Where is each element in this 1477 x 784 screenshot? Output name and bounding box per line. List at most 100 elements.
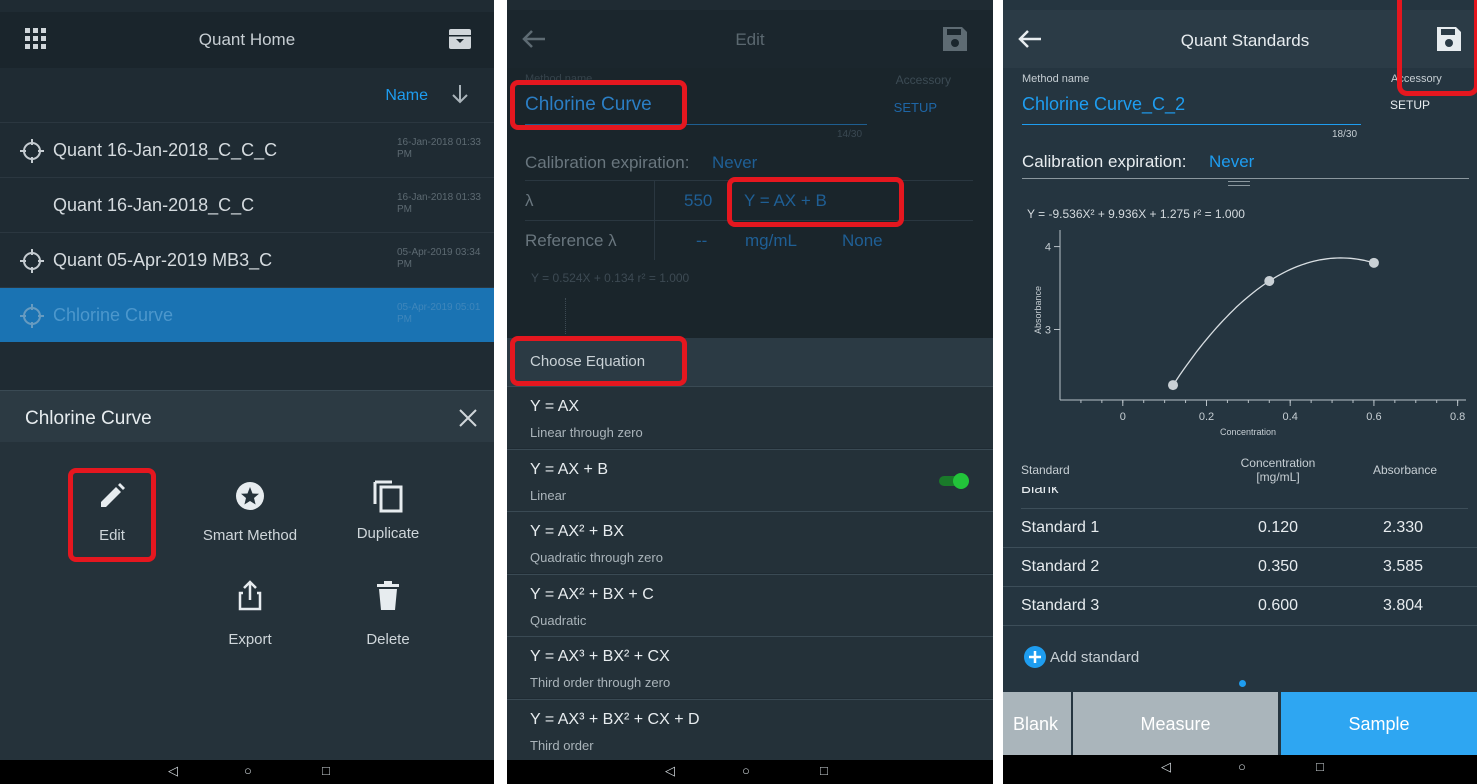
method-name: Chlorine Curve [53, 305, 174, 325]
sort-bar: Name [0, 68, 494, 122]
standard-name: Standard 1 [1021, 519, 1100, 536]
equation-description: Quadratic through zero [530, 550, 663, 565]
calibration-label: Calibration expiration: [1022, 152, 1187, 171]
add-circle-icon[interactable] [1023, 645, 1047, 669]
measure-button-label: Measure [1140, 714, 1211, 734]
highlight-edit [68, 468, 156, 562]
calibration-value[interactable]: Never [712, 153, 757, 173]
equation-description: Linear [530, 487, 567, 503]
page-title: Edit [735, 30, 765, 49]
absorbance-column-header: Absorbance [1373, 463, 1438, 477]
share-icon [238, 580, 262, 611]
recents-square-icon[interactable]: □ [1316, 759, 1324, 774]
duplicate-button[interactable]: Duplicate [343, 470, 433, 560]
method-date: 16-Jan-2018 01:33 PM [397, 137, 481, 160]
export-label: Export [228, 631, 272, 648]
standard-row[interactable]: Standard 1 0.120 2.330 [1003, 509, 1477, 548]
standard-concentration: 0.350 [1257, 558, 1299, 575]
sort-name-label[interactable]: Name [385, 87, 428, 105]
lambda-value[interactable]: 550 [684, 191, 712, 211]
equation-option[interactable]: Y = AX³ + BX² + CX + D Third order [507, 698, 993, 761]
equation-option[interactable]: Y = AX³ + BX² + CX Third order through ze… [507, 636, 993, 698]
save-icon[interactable] [942, 26, 968, 57]
method-name: Quant 16-Jan-2018_C_C_C [53, 140, 278, 160]
blank-row-partial[interactable]: Blank [1021, 487, 1059, 497]
equation-option[interactable]: Y = AX² + BX + C Quadratic [507, 573, 993, 636]
export-button[interactable]: Export [205, 580, 295, 660]
method-name-input[interactable]: Chlorine Curve_C_2 [1022, 94, 1185, 115]
star-badge-icon [236, 482, 264, 510]
input-underline [1022, 124, 1361, 125]
reference-lambda-label: Reference λ [525, 231, 617, 250]
home-circle-icon[interactable]: ○ [244, 763, 252, 778]
blank-button-label: Blank [1013, 714, 1059, 734]
drag-handle-icon[interactable] [1228, 181, 1250, 186]
highlight-save [1397, 0, 1477, 96]
equation-description: Third order through zero [530, 675, 671, 690]
back-triangle-icon[interactable]: ◁ [168, 763, 178, 779]
accessory-value[interactable]: SETUP [1390, 98, 1430, 112]
method-list-item[interactable]: Quant 05-Apr-2019 MB3_C 05-Apr-2019 03:34… [0, 232, 494, 287]
equation-option[interactable]: Y = AX² + BX Quadratic through zero [507, 511, 993, 573]
selected-toggle[interactable] [939, 472, 969, 489]
recents-square-icon[interactable]: □ [820, 763, 828, 778]
home-circle-icon[interactable]: ○ [1238, 759, 1246, 774]
method-date: 05-Apr-2019 05:01 PM [397, 302, 481, 325]
blank-button[interactable]: Blank [1003, 692, 1071, 755]
app-bar: Quant Home [0, 12, 494, 68]
crosshair-icon [19, 303, 45, 334]
y-axis-label: Absorbance [1033, 286, 1043, 334]
sample-button-label: Sample [1348, 714, 1410, 734]
method-name: Quant 05-Apr-2019 MB3_C [53, 250, 273, 270]
unit-value[interactable]: mg/mL [745, 231, 797, 251]
measure-button[interactable]: Measure [1073, 692, 1278, 755]
accessory-label: Accessory [895, 73, 951, 87]
equation-option[interactable]: Y = AX Linear through zero [507, 386, 993, 448]
accessory-value[interactable]: SETUP [894, 100, 937, 115]
page-indicator-dot [1239, 680, 1246, 687]
recents-square-icon[interactable]: □ [322, 763, 330, 778]
x-tick-label: 0.8 [1450, 411, 1465, 423]
add-standard-link[interactable]: Add standard [1050, 649, 1139, 666]
method-list-item[interactable]: Quant 16-Jan-2018_C_C_C 16-Jan-2018 01:33… [0, 122, 494, 177]
divider [1022, 178, 1469, 179]
reference-none-value[interactable]: None [842, 231, 883, 251]
archive-icon[interactable] [448, 27, 472, 51]
smart-method-button[interactable]: Smart Method [195, 470, 305, 560]
method-list-item[interactable]: Chlorine Curve 05-Apr-2019 05:01 PM [0, 287, 494, 342]
calibration-value[interactable]: Never [1209, 152, 1254, 172]
standard-name: Standard 3 [1021, 597, 1100, 614]
standard-row[interactable]: Standard 3 0.600 3.804 [1003, 587, 1477, 626]
quant-standards-screen: Quant Standards Method name Accessory Ch… [1003, 0, 1477, 784]
data-point [1168, 380, 1179, 391]
equation-option[interactable]: Y = AX + B Linear [507, 448, 993, 511]
close-icon[interactable] [458, 408, 478, 433]
reference-lambda-value[interactable]: -- [696, 231, 707, 251]
x-tick-label: 0.2 [1199, 411, 1214, 423]
method-list-item[interactable]: Quant 16-Jan-2018_C_C 16-Jan-2018 01:33 P… [0, 177, 494, 232]
standard-concentration: 0.600 [1257, 597, 1299, 614]
fit-curve [1172, 257, 1375, 386]
highlight-method-name [510, 80, 687, 130]
system-nav-bar: ◁ ○ □ [0, 760, 494, 784]
page-title: Quant Home [198, 30, 296, 49]
standard-absorbance: 3.585 [1383, 558, 1424, 575]
back-triangle-icon[interactable]: ◁ [1161, 759, 1171, 775]
duplicate-label: Duplicate [356, 525, 420, 542]
concentration-column-header: Concentration [mg/mL] [1240, 456, 1316, 484]
bottom-sheet: Chlorine Curve Edit Smart Method Duplica… [0, 390, 494, 760]
sort-down-arrow-icon[interactable] [450, 83, 470, 110]
highlight-equation [727, 177, 904, 227]
delete-button[interactable]: Delete [343, 580, 433, 660]
standard-row[interactable]: Standard 2 0.350 3.585 [1003, 548, 1477, 587]
x-tick-label: 0.4 [1283, 411, 1298, 423]
home-circle-icon[interactable]: ○ [742, 763, 750, 778]
x-tick-label: 0.6 [1366, 411, 1381, 423]
system-nav-bar: ◁ ○ □ [507, 760, 993, 784]
copy-icon [373, 480, 403, 513]
standard-column-header: Standard [1021, 463, 1070, 477]
sample-button[interactable]: Sample [1281, 692, 1477, 755]
calibration-chart: 0 0.2 0.4 0.6 0.8 3 4 Concentration Absorbance [1033, 230, 1466, 437]
back-triangle-icon[interactable]: ◁ [665, 763, 675, 779]
quant-home-screen: Quant Home Name Quant 16-Jan-2018_C_C_C 1… [0, 0, 494, 784]
